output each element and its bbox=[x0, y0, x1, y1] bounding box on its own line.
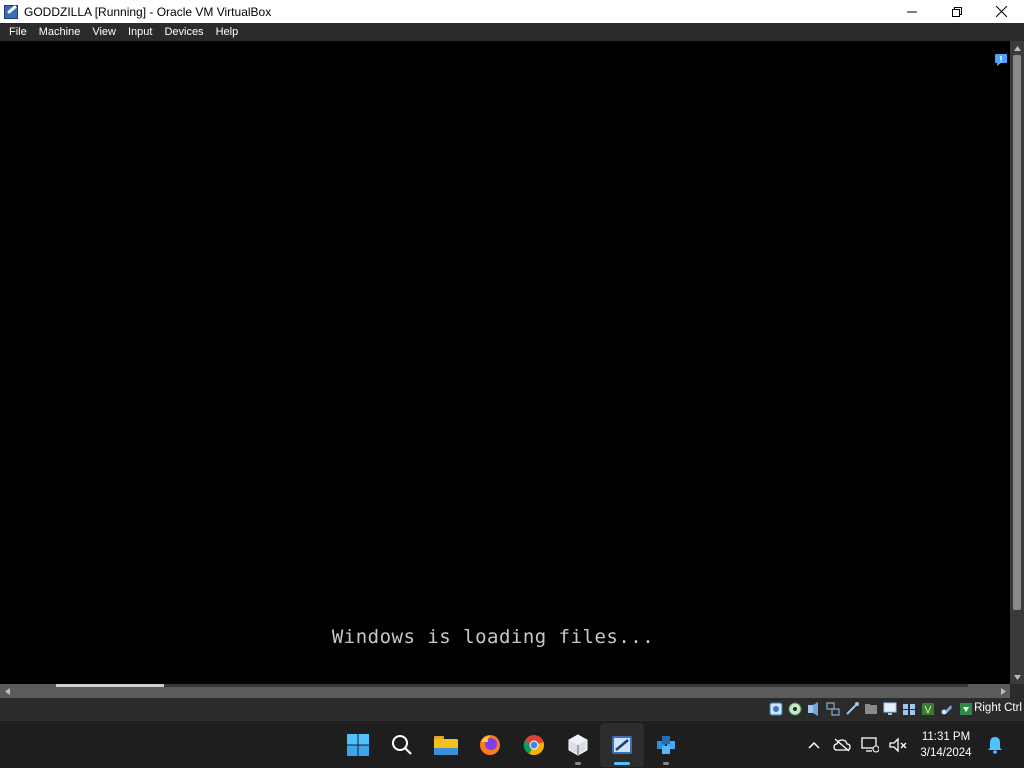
boot-message: Windows is loading files... bbox=[331, 626, 655, 648]
minimize-button[interactable] bbox=[889, 0, 934, 23]
taskbar-clock[interactable]: 11:31 PM 3/14/2024 bbox=[912, 729, 980, 761]
virtualbox-manager-button[interactable] bbox=[556, 723, 600, 767]
cloud-offline-icon bbox=[833, 738, 851, 752]
onedrive-tray-button[interactable] bbox=[828, 721, 856, 768]
display-icon[interactable] bbox=[882, 701, 898, 717]
virtualbox-vm-window-button[interactable] bbox=[600, 723, 644, 767]
video-capture-icon[interactable] bbox=[901, 701, 917, 717]
window-title: GODDZILLA [Running] - Oracle VM VirtualB… bbox=[24, 4, 272, 19]
clock-time: 11:31 PM bbox=[921, 731, 971, 743]
vm-display[interactable]: Windows is loading files... bbox=[0, 41, 1010, 683]
notifications-button[interactable] bbox=[980, 721, 1010, 768]
cpu-icon[interactable]: V bbox=[920, 701, 936, 717]
scroll-right-arrow-icon[interactable] bbox=[996, 684, 1010, 698]
menu-machine[interactable]: Machine bbox=[33, 23, 87, 41]
vertical-scroll-thumb[interactable] bbox=[1013, 55, 1021, 610]
system-tray: 11:31 PM 3/14/2024 bbox=[800, 721, 1010, 768]
start-button[interactable] bbox=[336, 723, 380, 767]
network-disconnected-icon bbox=[861, 737, 879, 753]
search-button[interactable] bbox=[380, 723, 424, 767]
notification-icon[interactable] bbox=[994, 53, 1008, 67]
close-button[interactable] bbox=[979, 0, 1024, 23]
running-indicator bbox=[663, 762, 669, 765]
svg-text:V: V bbox=[925, 705, 932, 716]
scroll-left-arrow-icon[interactable] bbox=[0, 684, 14, 698]
host-key-label: Right Ctrl bbox=[974, 702, 1022, 714]
bell-icon bbox=[988, 737, 1002, 754]
maximize-button[interactable] bbox=[934, 0, 979, 23]
minimize-icon bbox=[906, 11, 917, 12]
status-icons: V bbox=[768, 701, 974, 717]
usb-icon[interactable] bbox=[844, 701, 860, 717]
optical-drive-icon[interactable] bbox=[787, 701, 803, 717]
volume-muted-icon bbox=[889, 737, 907, 753]
horizontal-scroll-rail bbox=[56, 684, 968, 687]
desktop: GODDZILLA [Running] - Oracle VM VirtualB… bbox=[0, 0, 1024, 768]
horizontal-scroll-thumb[interactable] bbox=[56, 684, 164, 687]
menu-devices[interactable]: Devices bbox=[158, 23, 209, 41]
file-explorer-button[interactable] bbox=[424, 723, 468, 767]
firefox-icon bbox=[480, 735, 500, 755]
virtualbox-vm-icon bbox=[612, 736, 632, 754]
network-icon[interactable] bbox=[825, 701, 841, 717]
virtualbox-icon bbox=[3, 4, 19, 20]
menu-help[interactable]: Help bbox=[210, 23, 245, 41]
network-tray-button[interactable] bbox=[856, 721, 884, 768]
folder-icon bbox=[434, 736, 458, 755]
vm-statusbar: V Right Ctrl bbox=[0, 698, 1024, 720]
menu-file[interactable]: File bbox=[3, 23, 33, 41]
virtualbox-cube-icon bbox=[568, 734, 588, 756]
blue-cubes-icon bbox=[657, 736, 675, 754]
active-indicator bbox=[614, 762, 630, 765]
scroll-up-arrow-icon[interactable] bbox=[1010, 41, 1024, 55]
restore-icon bbox=[951, 6, 962, 17]
menubar: File Machine View Input Devices Help bbox=[0, 23, 1024, 41]
menu-input[interactable]: Input bbox=[122, 23, 158, 41]
close-icon bbox=[996, 6, 1007, 17]
horizontal-scrollbar[interactable] bbox=[0, 684, 1024, 698]
search-icon bbox=[392, 735, 412, 755]
audio-icon[interactable] bbox=[806, 701, 822, 717]
scroll-down-arrow-icon[interactable] bbox=[1010, 670, 1024, 684]
window-titlebar[interactable]: GODDZILLA [Running] - Oracle VM VirtualB… bbox=[0, 0, 1024, 23]
taskbar-apps bbox=[336, 721, 688, 768]
keyboard-icon[interactable] bbox=[958, 701, 974, 717]
chevron-up-icon bbox=[808, 741, 820, 749]
vertical-scrollbar[interactable] bbox=[1010, 41, 1024, 684]
shared-folders-icon[interactable] bbox=[863, 701, 879, 717]
clock-date: 3/14/2024 bbox=[920, 747, 972, 759]
hard-disk-icon[interactable] bbox=[768, 701, 784, 717]
mouse-integration-icon[interactable] bbox=[939, 701, 955, 717]
windows-logo-icon bbox=[347, 734, 369, 756]
chrome-button[interactable] bbox=[512, 723, 556, 767]
chrome-icon bbox=[523, 735, 544, 756]
running-indicator bbox=[575, 762, 581, 765]
menu-view[interactable]: View bbox=[86, 23, 122, 41]
windows-taskbar: 11:31 PM 3/14/2024 bbox=[0, 720, 1024, 768]
volume-tray-button[interactable] bbox=[884, 721, 912, 768]
other-app-button[interactable] bbox=[644, 723, 688, 767]
show-hidden-icons-button[interactable] bbox=[800, 721, 828, 768]
window-controls bbox=[889, 0, 1024, 23]
scroll-corner bbox=[1010, 684, 1024, 698]
firefox-button[interactable] bbox=[468, 723, 512, 767]
